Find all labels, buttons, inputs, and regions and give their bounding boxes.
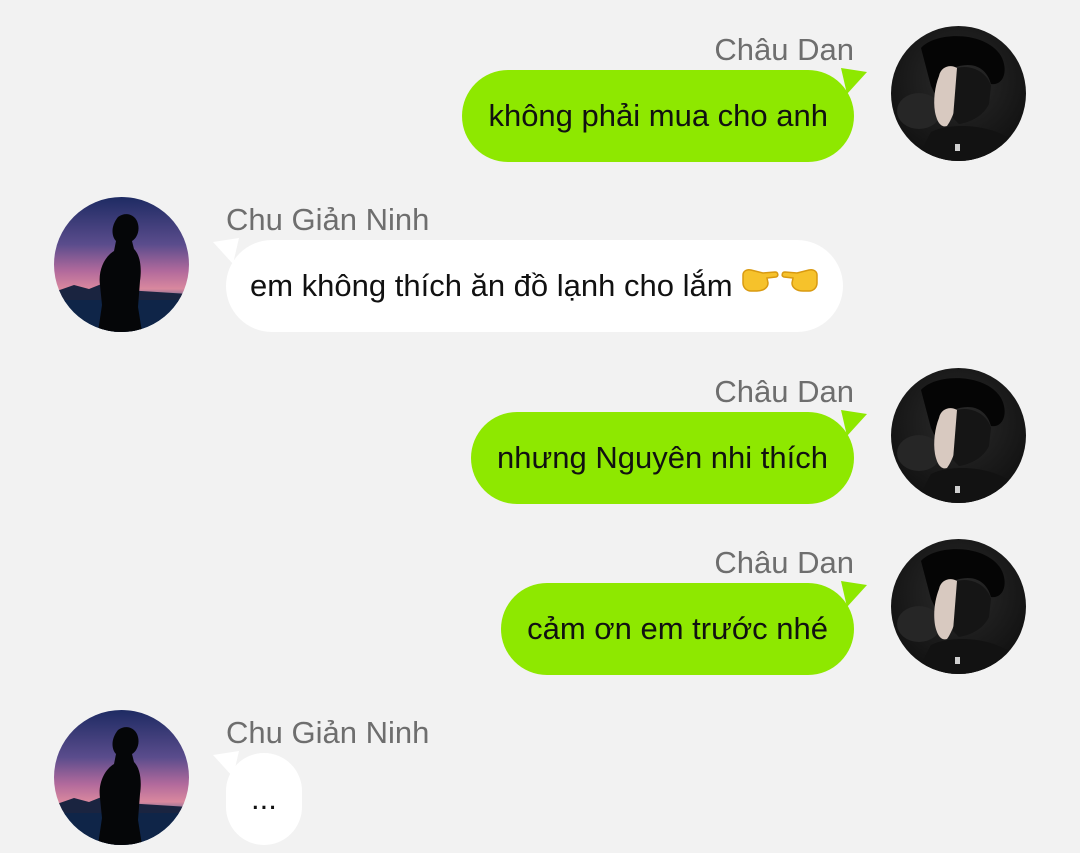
chat-message-2: Chu Giản Ninh em không thích ăn đồ lạnh … [0, 180, 1080, 350]
avatar[interactable] [891, 539, 1026, 674]
chat-message-5: Chu Giản Ninh ... [0, 695, 1080, 853]
message-bubble[interactable]: không phải mua cho anh [462, 70, 854, 162]
message-bubble[interactable]: em không thích ăn đồ lạnh cho lắm [226, 240, 843, 332]
sender-name: Châu Dan [714, 32, 854, 67]
chat-message-1: Châu Dan không phải mua cho anh [0, 0, 1080, 170]
chat-message-3: Châu Dan nhưng Nguyên nhi thích [0, 350, 1080, 520]
message-bubble[interactable]: nhưng Nguyên nhi thích [471, 412, 854, 504]
sender-name: Châu Dan [714, 374, 854, 409]
avatar[interactable] [891, 368, 1026, 503]
message-bubble[interactable]: ... [226, 753, 302, 845]
profile-photo-icon [54, 710, 189, 845]
sender-name: Châu Dan [714, 545, 854, 580]
profile-photo-icon [891, 539, 1026, 674]
sender-name: Chu Giản Ninh [226, 715, 430, 750]
pointing-hands-icon [741, 239, 819, 331]
profile-photo-icon [891, 368, 1026, 503]
chat-message-4: Châu Dan cảm ơn em trước nhé [0, 520, 1080, 690]
avatar[interactable] [54, 197, 189, 332]
profile-photo-icon [891, 26, 1026, 161]
sender-name: Chu Giản Ninh [226, 202, 430, 237]
avatar[interactable] [54, 710, 189, 845]
message-bubble[interactable]: cảm ơn em trước nhé [501, 583, 854, 675]
avatar[interactable] [891, 26, 1026, 161]
message-text: em không thích ăn đồ lạnh cho lắm [250, 268, 733, 303]
profile-photo-icon [54, 197, 189, 332]
